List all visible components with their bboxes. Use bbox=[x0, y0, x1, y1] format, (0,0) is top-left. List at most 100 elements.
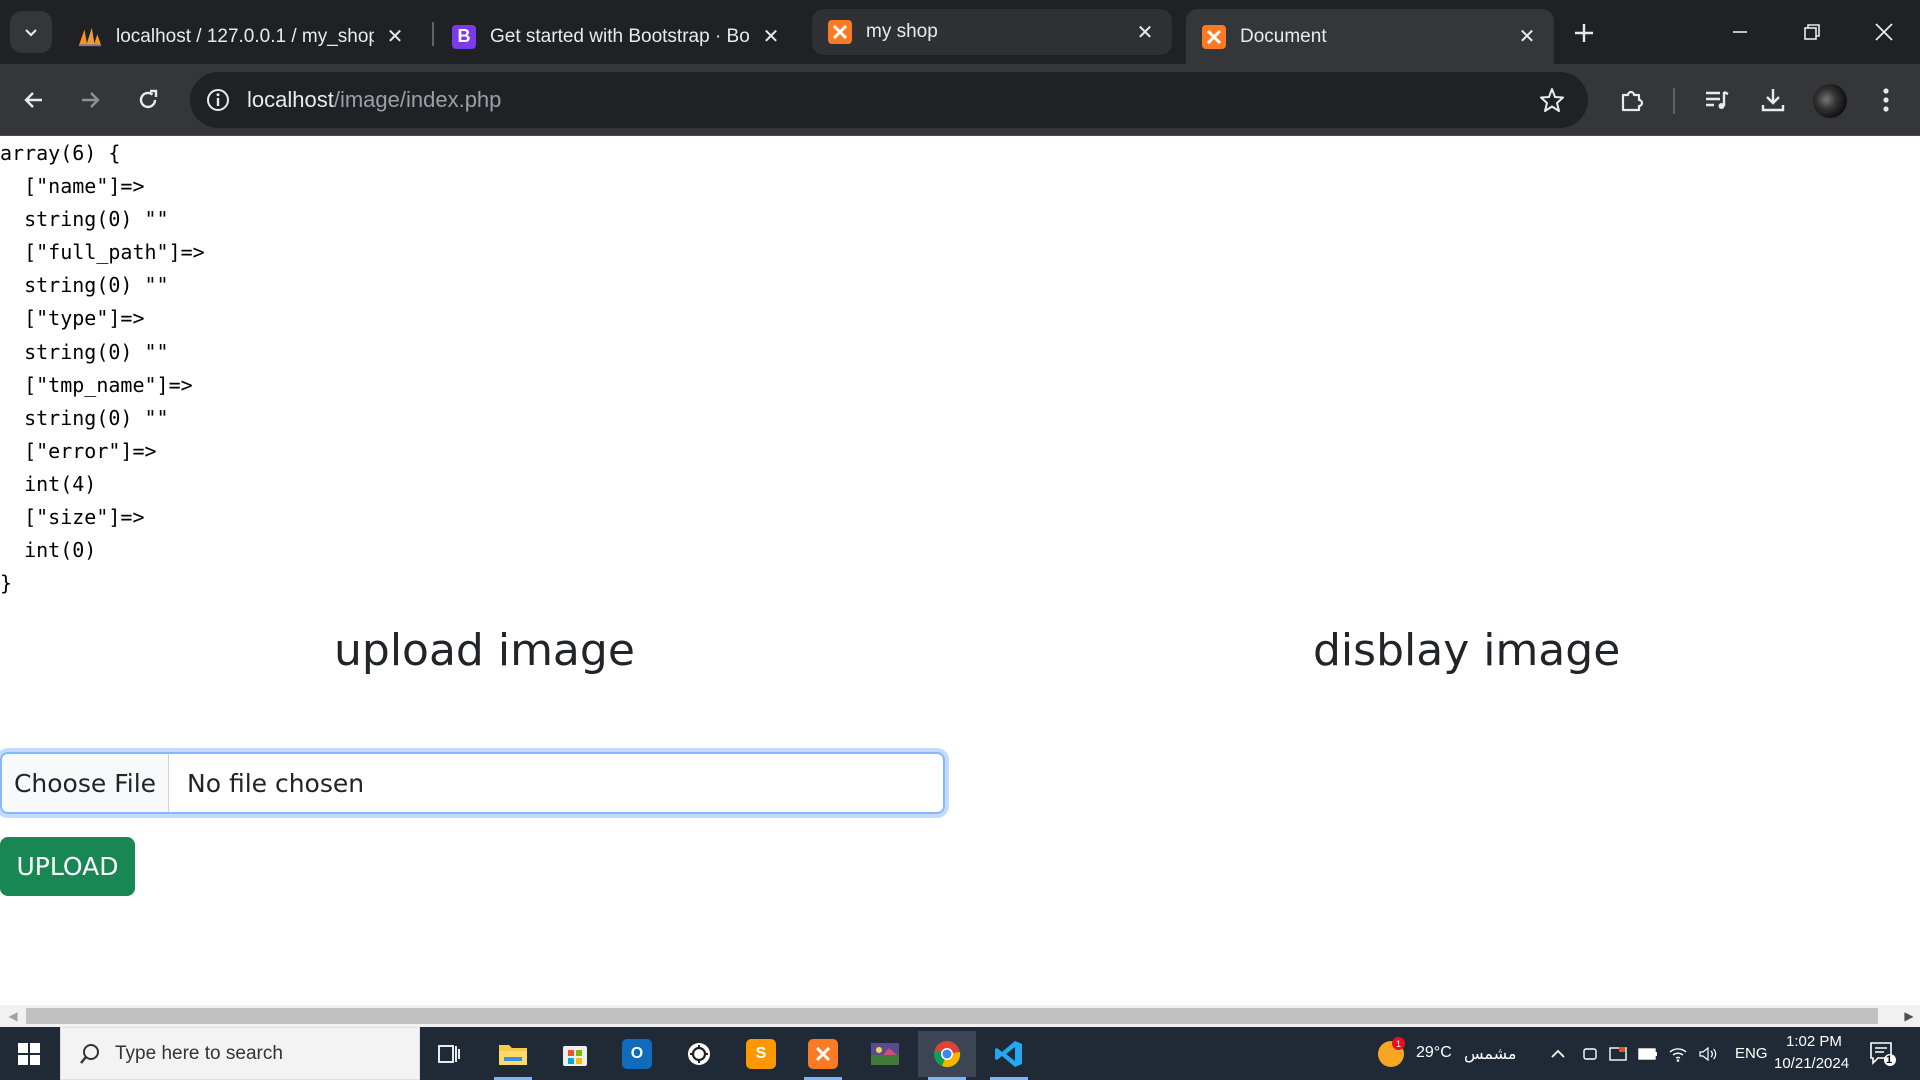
tab-title: my shop bbox=[866, 21, 938, 42]
folder-icon bbox=[499, 1045, 527, 1065]
back-button[interactable] bbox=[14, 80, 54, 120]
star-icon[interactable] bbox=[1538, 86, 1566, 114]
horizontal-scrollbar[interactable]: ◀ ▶ bbox=[0, 1005, 1920, 1027]
file-input[interactable]: Choose File No file chosen bbox=[0, 752, 945, 814]
outlook-app[interactable]: O bbox=[608, 1031, 666, 1077]
volume-icon[interactable] bbox=[1698, 1044, 1718, 1064]
bootstrap-icon: B bbox=[452, 24, 476, 49]
profile-avatar[interactable] bbox=[1813, 84, 1847, 118]
tab-document[interactable]: Document ✕ bbox=[1186, 9, 1554, 64]
playlist-icon bbox=[1706, 90, 1729, 109]
close-icon[interactable]: ✕ bbox=[1134, 21, 1156, 44]
restore-button[interactable] bbox=[1776, 0, 1848, 64]
tab-title: Get started with Bootstrap · Bootstrap bbox=[490, 25, 750, 47]
choose-file-button[interactable]: Choose File bbox=[2, 754, 169, 812]
task-view-button[interactable] bbox=[420, 1031, 478, 1077]
battery-icon[interactable] bbox=[1638, 1044, 1658, 1064]
menu-button[interactable] bbox=[1868, 82, 1904, 118]
search-placeholder: Type here to search bbox=[115, 1042, 283, 1064]
image-app-icon bbox=[871, 1043, 899, 1065]
minimize-icon bbox=[1733, 31, 1747, 33]
dump-line: ["name"]=> bbox=[0, 174, 145, 199]
xampp-icon bbox=[1202, 24, 1226, 49]
weather-description[interactable]: مشمس bbox=[1464, 1044, 1517, 1064]
close-icon[interactable]: ✕ bbox=[384, 26, 406, 48]
windows-taskbar: Type here to search O S 1 29°C مشمس ENG … bbox=[0, 1027, 1920, 1080]
forward-button[interactable] bbox=[70, 80, 110, 120]
upload-image-heading: upload image bbox=[334, 625, 635, 676]
display-image-heading: disblay image bbox=[1313, 625, 1621, 676]
upload-button[interactable]: UPLOAD bbox=[0, 837, 135, 896]
scroll-left-arrow[interactable]: ◀ bbox=[2, 1005, 24, 1027]
chrome-app[interactable] bbox=[918, 1031, 976, 1080]
language-indicator[interactable]: ENG bbox=[1735, 1045, 1768, 1062]
outlook-icon: O bbox=[622, 1039, 652, 1069]
plus-icon bbox=[1575, 24, 1593, 42]
sublime-text-app[interactable]: S bbox=[732, 1031, 790, 1077]
photo-app[interactable] bbox=[856, 1031, 914, 1077]
sublime-icon: S bbox=[746, 1039, 776, 1069]
dump-line: string(0) "" bbox=[0, 405, 169, 430]
vscode-app[interactable] bbox=[980, 1031, 1038, 1080]
tab-bootstrap[interactable]: B Get started with Bootstrap · Bootstrap… bbox=[436, 9, 798, 64]
close-icon[interactable]: ✕ bbox=[1516, 26, 1538, 48]
weather-temperature[interactable]: 29°C bbox=[1416, 1044, 1452, 1062]
scroll-right-arrow[interactable]: ▶ bbox=[1898, 1005, 1920, 1027]
notification-count: 1 bbox=[1886, 1054, 1893, 1066]
address-bar[interactable]: localhost/image/index.php bbox=[190, 72, 1588, 128]
downloads-button[interactable] bbox=[1755, 82, 1791, 118]
toolbar-divider bbox=[1673, 88, 1675, 114]
xampp-app[interactable] bbox=[794, 1031, 852, 1080]
reload-icon bbox=[139, 89, 158, 109]
tab-phpmyadmin[interactable]: localhost / 127.0.0.1 / my_shop ✕ bbox=[62, 9, 422, 64]
dump-line: int(0) bbox=[0, 538, 97, 563]
close-icon[interactable]: ✕ bbox=[760, 26, 782, 48]
url-text[interactable]: localhost/image/index.php bbox=[247, 87, 501, 113]
weather-badge: 1 bbox=[1392, 1037, 1405, 1050]
dump-line: ["tmp_name"]=> bbox=[0, 372, 193, 397]
minimize-button[interactable] bbox=[1704, 0, 1776, 64]
var-dump-output: array(6) { ["name"]=> string(0) "" ["ful… bbox=[0, 137, 205, 600]
dump-line: } bbox=[0, 571, 13, 596]
phpmyadmin-icon bbox=[78, 25, 102, 49]
security-icon[interactable] bbox=[1608, 1044, 1628, 1064]
chevron-up-icon[interactable] bbox=[1548, 1044, 1568, 1064]
clock-time[interactable]: 1:02 PM bbox=[1786, 1033, 1842, 1050]
chatgpt-app[interactable] bbox=[670, 1031, 728, 1077]
tab-title: localhost / 127.0.0.1 / my_shop bbox=[116, 25, 374, 47]
xampp-icon bbox=[808, 1039, 838, 1069]
clock-date[interactable]: 10/21/2024 bbox=[1774, 1055, 1849, 1072]
scrollbar-thumb[interactable] bbox=[26, 1008, 1878, 1024]
tab-my-shop[interactable]: my shop ✕ bbox=[812, 9, 1172, 55]
vscode-icon bbox=[995, 1041, 1022, 1067]
info-icon[interactable] bbox=[204, 86, 232, 114]
tab-title: Document bbox=[1240, 25, 1327, 47]
tab-divider bbox=[432, 22, 434, 46]
arrow-left-icon bbox=[24, 92, 42, 108]
microsoft-store-app[interactable] bbox=[546, 1031, 604, 1077]
file-explorer-app[interactable] bbox=[484, 1031, 542, 1080]
dump-line: string(0) "" bbox=[0, 273, 169, 298]
tab-search-button[interactable] bbox=[10, 11, 52, 53]
wifi-icon[interactable] bbox=[1668, 1044, 1688, 1064]
close-window-button[interactable] bbox=[1848, 0, 1920, 64]
browser-tab-strip: localhost / 127.0.0.1 / my_shop ✕ B Get … bbox=[0, 0, 1920, 64]
file-status-text: No file chosen bbox=[187, 768, 365, 798]
extensions-button[interactable] bbox=[1614, 82, 1650, 118]
puzzle-icon bbox=[1621, 90, 1644, 112]
new-tab-button[interactable] bbox=[1568, 17, 1600, 49]
dump-line: ["full_path"]=> bbox=[0, 240, 205, 265]
reload-button[interactable] bbox=[128, 80, 168, 120]
xampp-icon bbox=[828, 20, 852, 44]
store-icon bbox=[563, 1046, 587, 1066]
start-button[interactable] bbox=[0, 1027, 58, 1080]
dump-line: ["type"]=> bbox=[0, 306, 145, 331]
restore-icon bbox=[1804, 24, 1820, 40]
url-host: localhost bbox=[247, 87, 334, 112]
browser-toolbar: localhost/image/index.php bbox=[0, 64, 1920, 136]
media-control-button[interactable] bbox=[1699, 82, 1735, 118]
dump-line: ["error"]=> bbox=[0, 438, 157, 463]
taskbar-search-box[interactable]: Type here to search bbox=[60, 1027, 420, 1080]
meet-now-icon[interactable] bbox=[1580, 1044, 1600, 1064]
windows-logo-icon bbox=[18, 1042, 40, 1065]
